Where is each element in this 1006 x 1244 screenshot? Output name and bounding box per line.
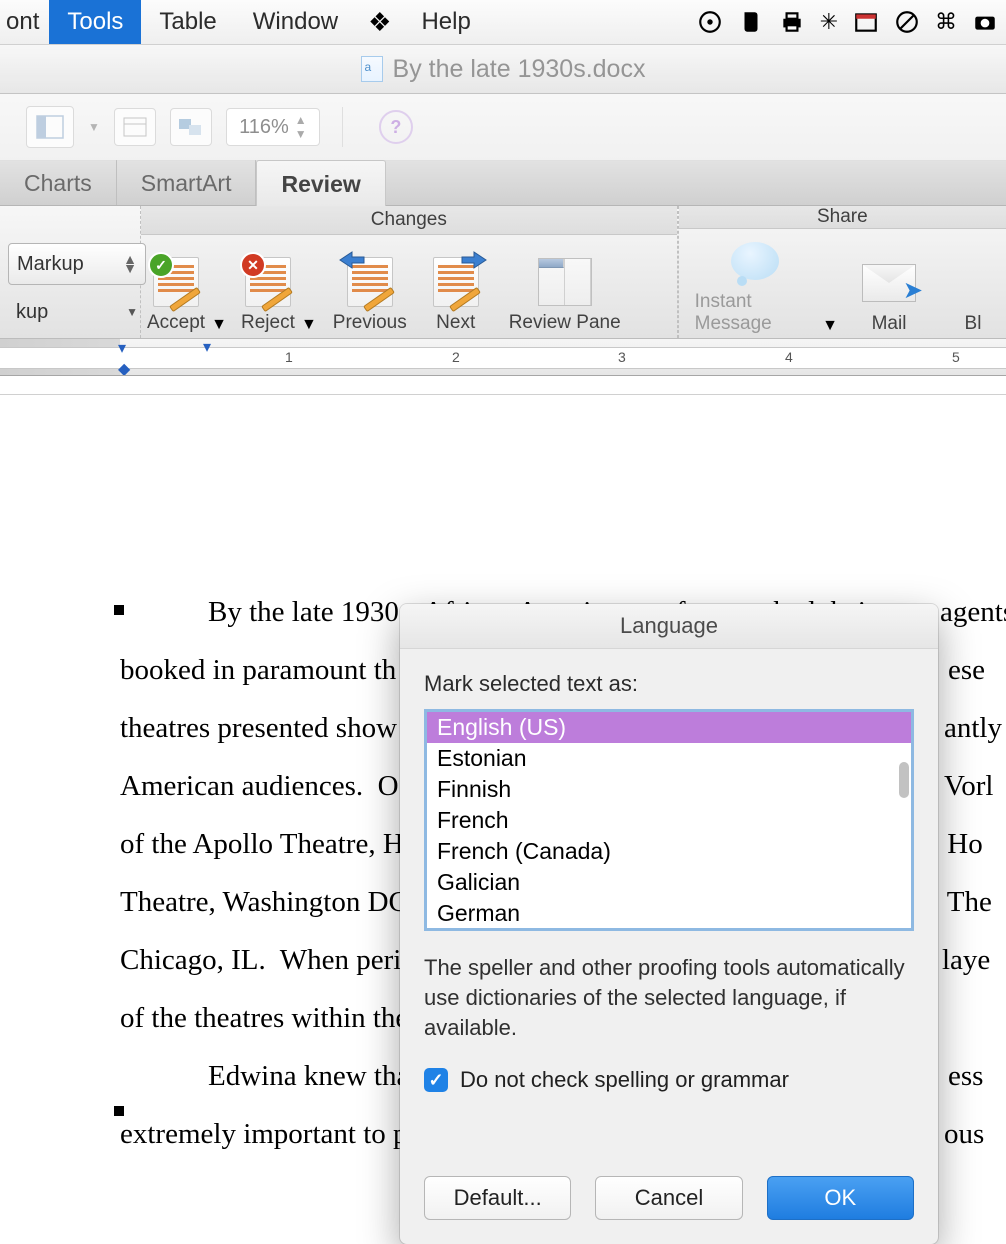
cancel-button[interactable]: Cancel bbox=[595, 1176, 742, 1220]
help-button[interactable]: ? bbox=[379, 110, 413, 144]
language-option-french[interactable]: French bbox=[427, 805, 911, 836]
blog-button-cut[interactable]: Bl bbox=[940, 257, 1006, 335]
group-header-share: Share bbox=[679, 206, 1006, 229]
zoom-selector[interactable]: 116%▲▼ bbox=[226, 108, 320, 146]
language-option-estonian[interactable]: Estonian bbox=[427, 743, 911, 774]
ruler-tick-2: 2 bbox=[452, 349, 460, 365]
scrollbar-thumb[interactable] bbox=[899, 762, 909, 798]
markup-dropdown-2[interactable]: kup▼ bbox=[8, 293, 146, 331]
no-entry-icon[interactable] bbox=[894, 9, 920, 35]
tab-smartart[interactable]: SmartArt bbox=[117, 160, 257, 205]
menubar: ont Tools Table Window ❖ Help ✳ ⌘ bbox=[0, 0, 1006, 44]
dropdown-arrow-icon[interactable]: ▼ bbox=[88, 120, 100, 134]
tab-review[interactable]: Review bbox=[256, 160, 385, 206]
mail-button[interactable]: ➤ Mail bbox=[856, 257, 922, 335]
sidebar-toggle-button[interactable] bbox=[26, 106, 74, 148]
language-option-english-us[interactable]: English (US) bbox=[427, 712, 911, 743]
tab-marker[interactable]: ▾ bbox=[203, 339, 211, 357]
camera-icon[interactable] bbox=[972, 9, 998, 35]
accept-button[interactable]: ✓ Accept bbox=[141, 256, 211, 334]
left-indent-marker[interactable]: ◆ bbox=[118, 359, 130, 376]
language-dialog: Language Mark selected text as: English … bbox=[400, 604, 938, 1244]
language-option-french-canada[interactable]: French (Canada) bbox=[427, 836, 911, 867]
group-header-changes: Changes bbox=[141, 206, 677, 235]
first-line-indent-marker[interactable]: ▾ bbox=[118, 339, 126, 358]
menu-item-tools[interactable]: Tools bbox=[49, 0, 141, 44]
ruler-tick-5: 5 bbox=[952, 349, 960, 365]
document-filename: By the late 1930s.docx bbox=[393, 55, 646, 84]
reject-dropdown-icon[interactable]: ▼ bbox=[301, 316, 317, 334]
tab-charts[interactable]: Charts bbox=[0, 160, 117, 205]
ribbon-body: . Markup▲▼ kup▼ Changes ✓ Accept ▼ ✕ Rej… bbox=[0, 206, 1006, 339]
language-listbox[interactable]: English (US) Estonian Finnish French Fre… bbox=[424, 709, 914, 931]
info-circle-icon[interactable] bbox=[697, 9, 723, 35]
evernote-icon[interactable] bbox=[738, 9, 764, 35]
no-spellcheck-checkbox[interactable]: ✓ bbox=[424, 1068, 448, 1092]
quick-access-toolbar: ▼ 116%▲▼ ? bbox=[0, 94, 1006, 161]
media-button[interactable] bbox=[170, 108, 212, 146]
ribbon-tabs: Charts SmartArt Review bbox=[0, 161, 1006, 206]
calendar-icon[interactable] bbox=[853, 9, 879, 35]
ok-button[interactable]: OK bbox=[767, 1176, 914, 1220]
review-pane-button[interactable]: Review Pane bbox=[503, 256, 627, 334]
language-option-german[interactable]: German bbox=[427, 898, 911, 929]
dialog-prompt-label: Mark selected text as: bbox=[424, 671, 914, 697]
markup-dropdown[interactable]: Markup▲▼ bbox=[8, 243, 146, 285]
default-button[interactable]: Default... bbox=[424, 1176, 571, 1220]
language-option-galician[interactable]: Galician bbox=[427, 867, 911, 898]
script-menu-icon[interactable]: ❖ bbox=[368, 7, 391, 38]
brightness-icon[interactable]: ✳ bbox=[820, 9, 838, 35]
no-spellcheck-label: Do not check spelling or grammar bbox=[460, 1067, 789, 1093]
ruler-tick-3: 3 bbox=[618, 349, 626, 365]
menu-item-help[interactable]: Help bbox=[403, 0, 488, 44]
reject-button[interactable]: ✕ Reject bbox=[235, 256, 301, 334]
previous-button[interactable]: Previous bbox=[327, 256, 413, 334]
ruler-tick-1: 1 bbox=[285, 349, 293, 365]
document-icon bbox=[361, 56, 383, 82]
horizontal-ruler[interactable]: ▾ ◆ ▾ 1 2 3 4 5 bbox=[0, 339, 1006, 376]
ruler-tick-4: 4 bbox=[785, 349, 793, 365]
instant-message-button[interactable]: Instant Message bbox=[689, 235, 823, 335]
im-dropdown-icon[interactable]: ▼ bbox=[822, 317, 838, 335]
layout-button[interactable] bbox=[114, 108, 156, 146]
dialog-description: The speller and other proofing tools aut… bbox=[424, 953, 914, 1043]
status-icons: ✳ ⌘ bbox=[697, 9, 1006, 35]
language-option-finnish[interactable]: Finnish bbox=[427, 774, 911, 805]
menu-item-font-cut[interactable]: ont bbox=[0, 0, 49, 44]
window-titlebar: By the late 1930s.docx bbox=[0, 44, 1006, 94]
next-button[interactable]: Next bbox=[423, 256, 489, 334]
menu-item-table[interactable]: Table bbox=[141, 0, 234, 44]
dialog-title: Language bbox=[400, 604, 938, 649]
printer-icon[interactable] bbox=[779, 9, 805, 35]
accept-dropdown-icon[interactable]: ▼ bbox=[211, 316, 227, 334]
keyboard-icon[interactable]: ⌘ bbox=[935, 9, 957, 35]
menu-item-window[interactable]: Window bbox=[235, 0, 356, 44]
